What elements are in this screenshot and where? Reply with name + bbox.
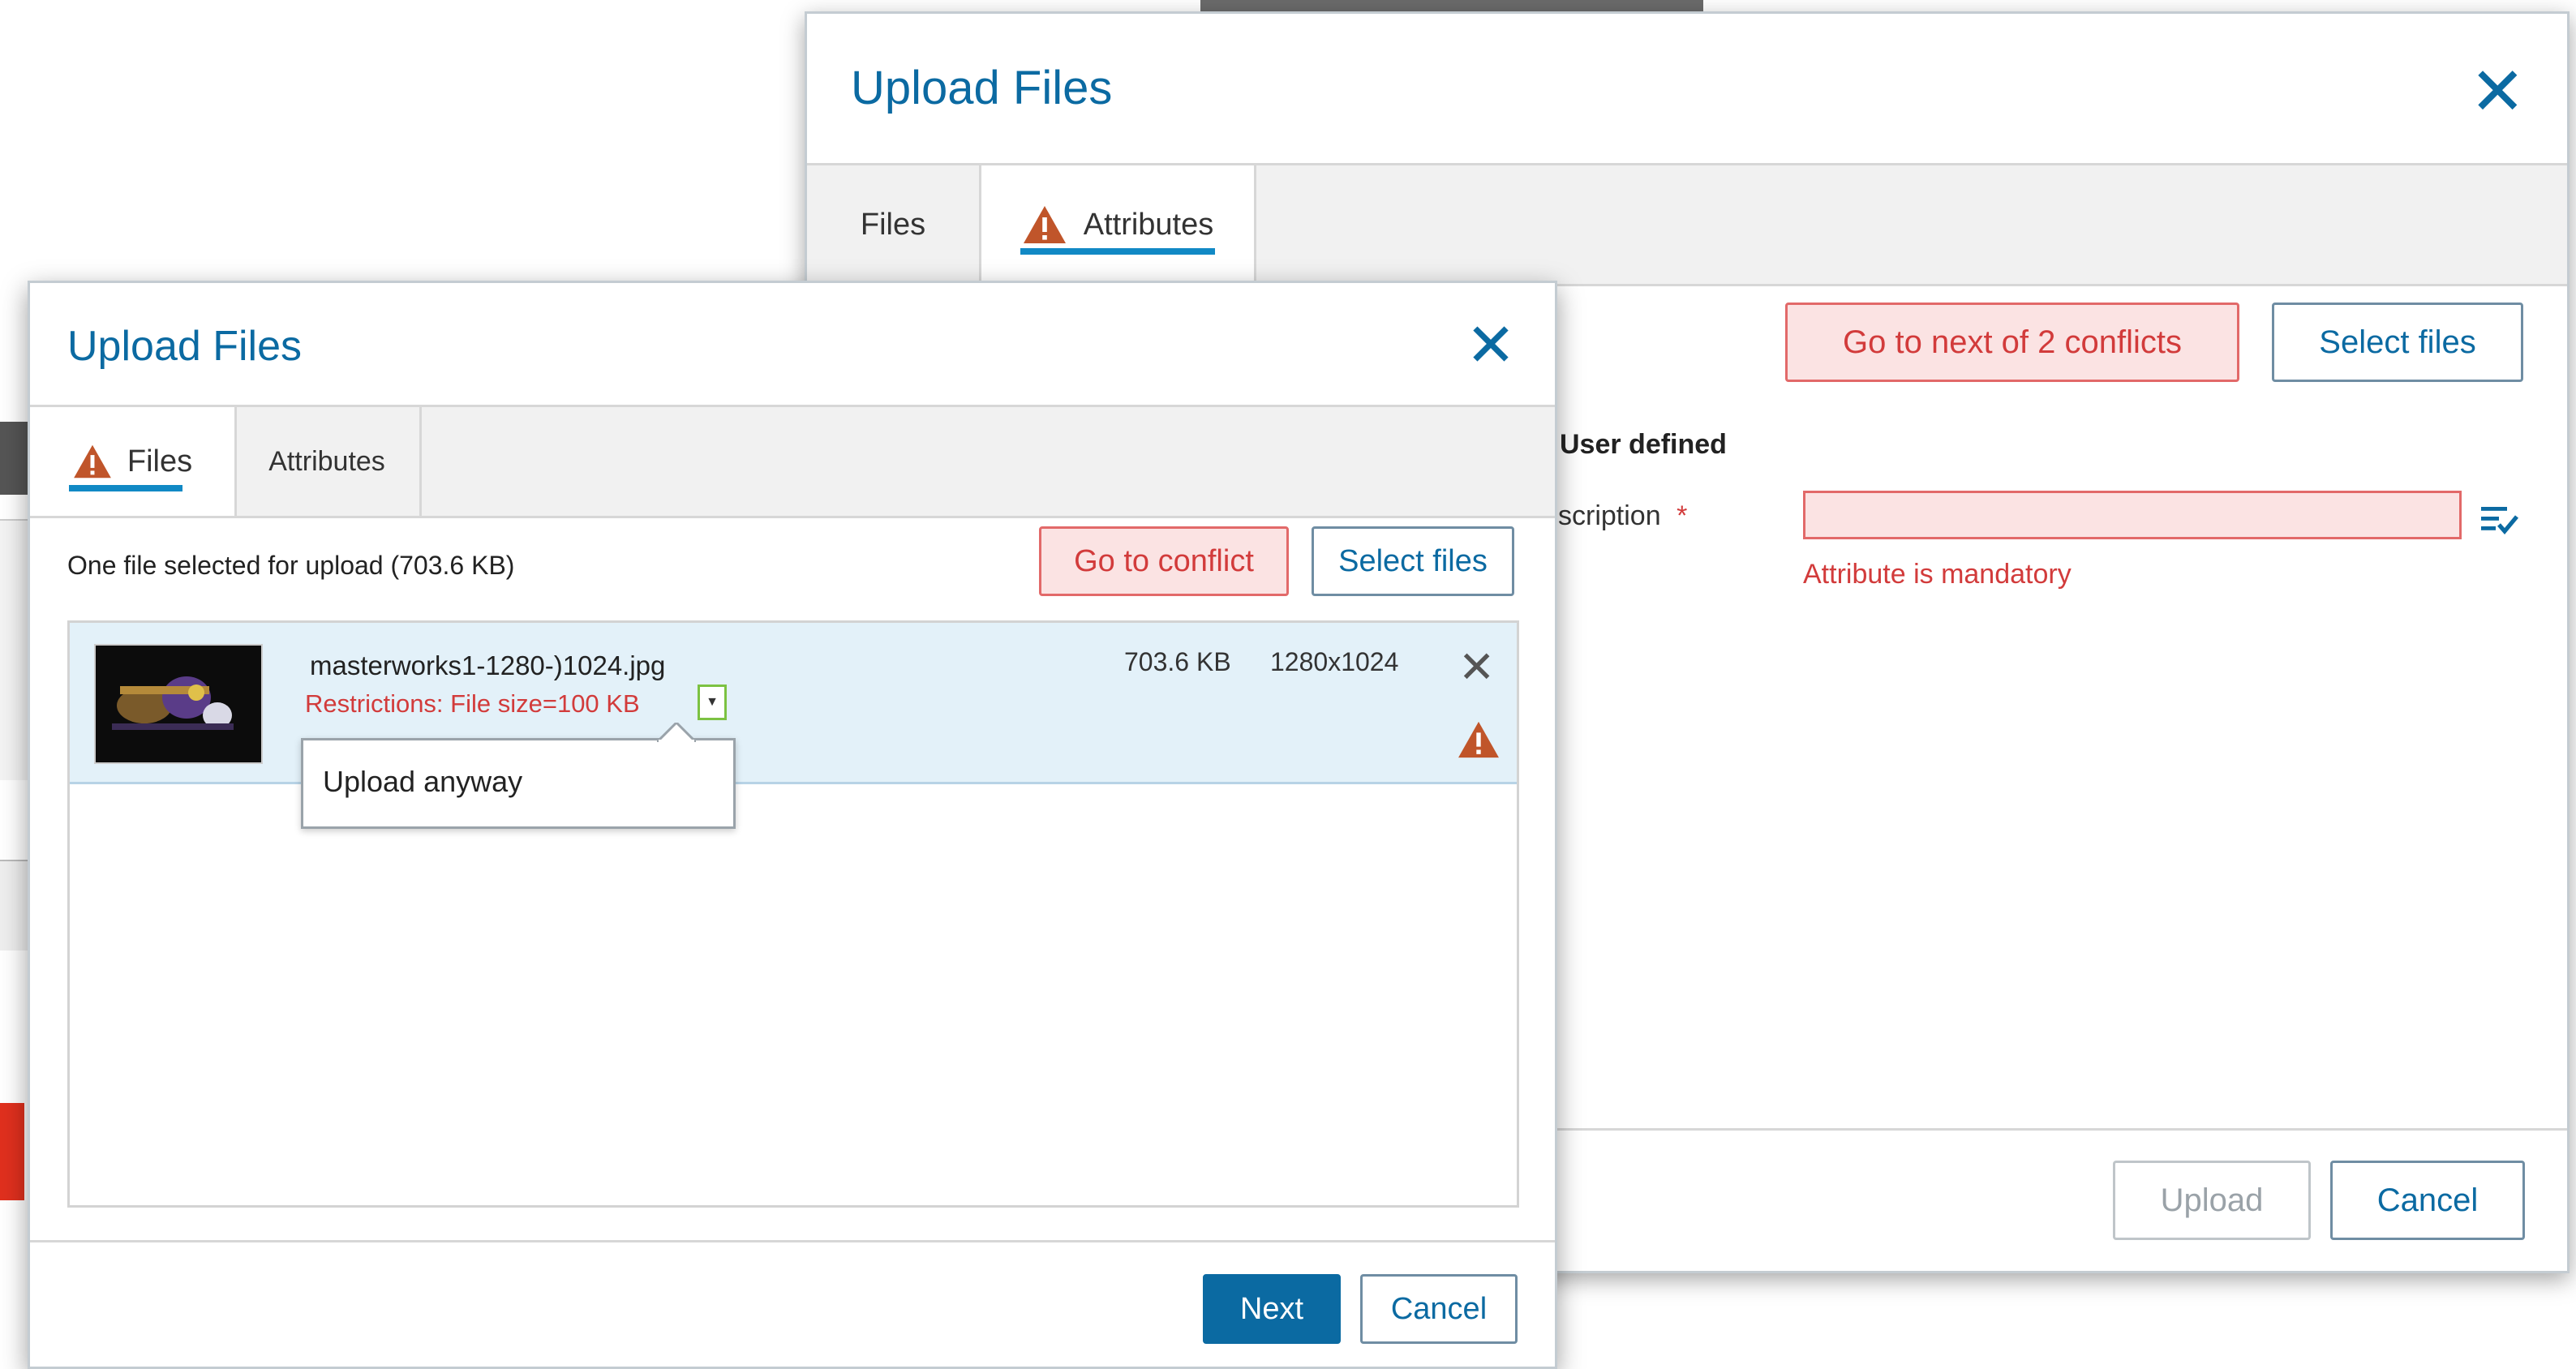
file-size: 703.6 KB [1124,647,1231,676]
upload-button[interactable]: Upload [2113,1161,2311,1240]
tab-label: Files [860,207,926,242]
tab-label: Attributes [1083,207,1214,242]
description-field[interactable] [1803,491,2462,539]
file-thumbnail [94,644,263,764]
field-label-text: scription [1558,500,1661,531]
file-dimensions: 1280x1024 [1270,647,1399,676]
footer-divider [30,1240,1555,1242]
dialog-title: Upload Files [851,62,1113,114]
background-image-strip [1200,0,1703,11]
select-files-button[interactable]: Select files [1312,526,1514,596]
chevron-down-icon: ▼ [706,695,719,709]
close-icon[interactable]: ✕ [1466,315,1516,376]
upload-summary: One file selected for upload (703.6 KB) [67,551,515,580]
file-restriction: Restrictions: File size=100 KB [305,689,640,718]
background-app-red-block [0,1103,24,1200]
close-icon[interactable]: ✕ [2470,59,2526,126]
tab-bar: Files Attributes [30,405,1555,518]
section-heading: User defined [1560,429,1727,460]
warning-icon [73,444,111,479]
file-list: masterworks1-1280-)1024.jpg Restrictions… [67,620,1519,1208]
upload-anyway-option[interactable]: Upload anyway [323,765,522,799]
tab-attributes[interactable]: Attributes [234,407,422,516]
tab-files[interactable]: Files [807,165,979,284]
next-button[interactable]: Next [1203,1274,1341,1344]
field-error-message: Attribute is mandatory [1803,559,2072,590]
restriction-dropdown-menu: Upload anyway [301,723,736,829]
upload-files-dialog-front: Upload Files ✕ Files Attributes One file… [28,281,1557,1369]
required-marker: * [1677,500,1688,531]
tab-label: Attributes [268,445,385,477]
tab-bar: Files Attributes [807,163,2567,286]
tab-label: Files [127,444,193,479]
remove-file-icon[interactable]: ✕ [1458,646,1495,689]
file-row[interactable]: masterworks1-1280-)1024.jpg Restrictions… [70,623,1517,784]
cancel-button[interactable]: Cancel [2330,1161,2525,1240]
active-tab-indicator [69,485,182,491]
active-tab-indicator [1020,248,1215,255]
edit-list-icon[interactable] [2479,504,2518,538]
warning-icon [1458,721,1499,758]
field-label: scription * [1558,500,1687,532]
go-to-conflict-button[interactable]: Go to conflict [1039,526,1289,596]
file-name: masterworks1-1280-)1024.jpg [310,650,666,680]
thumbnail-image [96,646,261,762]
tab-files[interactable]: Files [30,407,237,516]
warning-icon [1023,206,1066,243]
dialog-title: Upload Files [67,323,303,370]
tab-attributes[interactable]: Attributes [979,165,1256,284]
go-to-next-conflict-button[interactable]: Go to next of 2 conflicts [1785,303,2239,382]
cancel-button[interactable]: Cancel [1360,1274,1518,1344]
background-app-panel-2 [0,860,28,951]
restriction-dropdown-toggle[interactable]: ▼ [698,684,727,720]
background-app-toolbar [0,422,28,495]
background-app-panel [0,519,28,780]
dropdown-pointer [657,723,696,742]
select-files-button[interactable]: Select files [2272,303,2523,382]
